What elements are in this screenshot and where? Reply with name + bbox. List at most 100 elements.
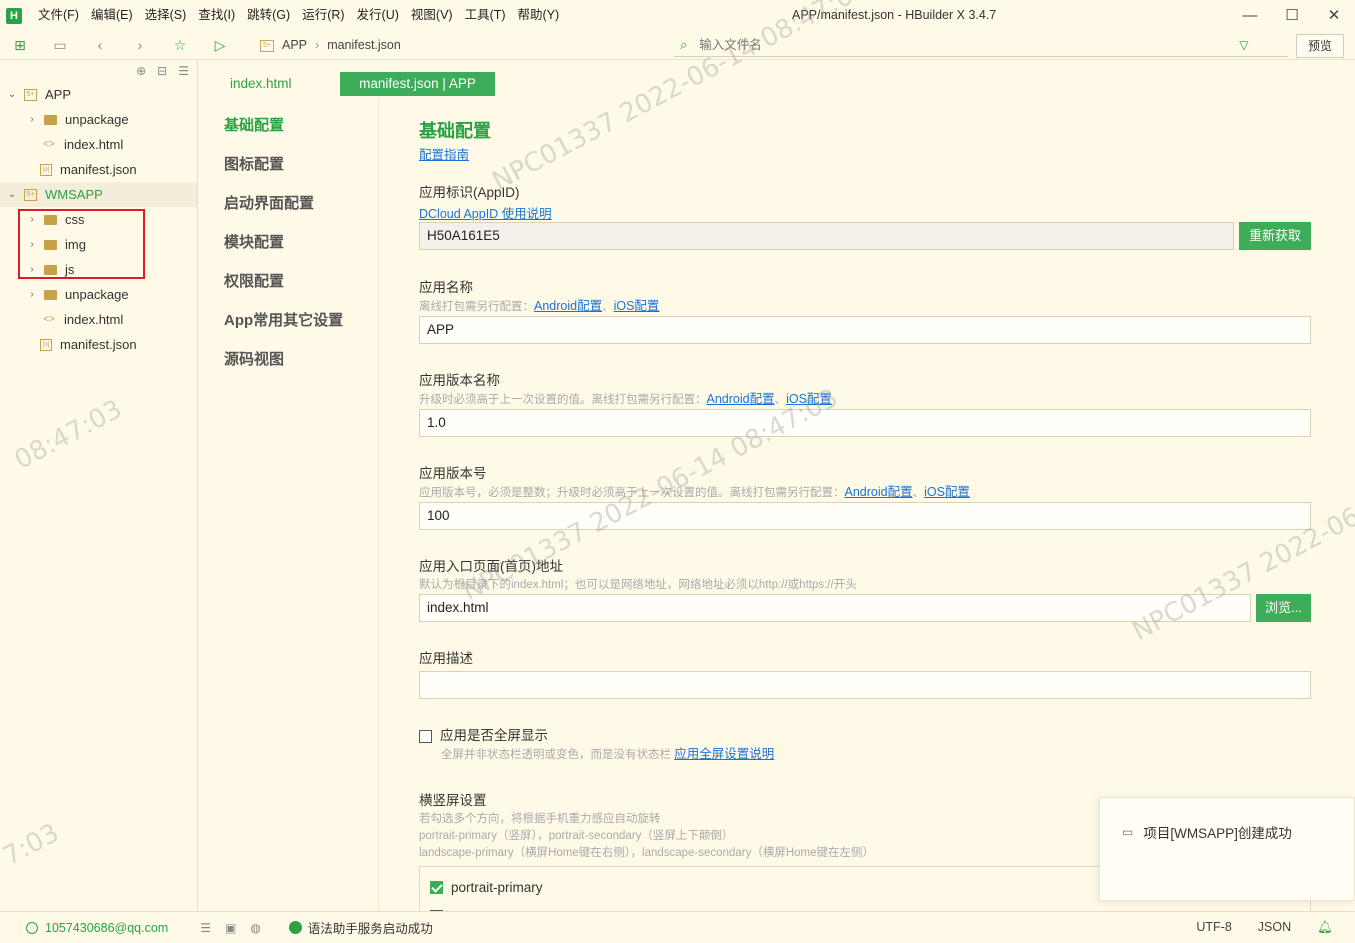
menu-publish[interactable]: 发行(U) xyxy=(351,0,405,31)
orientation-option[interactable]: portrait-secondary xyxy=(430,902,1300,911)
android-config-link[interactable]: Android配置 xyxy=(534,299,602,313)
globe-icon[interactable]: ◍ xyxy=(250,921,260,935)
tab-index-html[interactable]: index.html xyxy=(230,72,292,96)
file-search-input[interactable] xyxy=(699,37,1240,52)
menu-help[interactable]: 帮助(Y) xyxy=(512,0,566,31)
breadcrumb-item[interactable]: APP xyxy=(282,31,307,60)
nav-module-config[interactable]: 模块配置 xyxy=(199,215,378,254)
tree-item-project[interactable]: ⌄ 5+ WMSAPP xyxy=(0,182,197,207)
entry-page-field[interactable]: index.html xyxy=(419,594,1251,622)
nav-app-other-settings[interactable]: App常用其它设置 xyxy=(199,293,378,332)
tree-item-label: APP xyxy=(45,87,72,102)
menu-file[interactable]: 文件(F) xyxy=(32,0,85,31)
language-indicator[interactable]: JSON xyxy=(1258,912,1291,942)
tree-item-file[interactable]: <> index.html xyxy=(0,132,197,157)
filter-icon[interactable]: ▽ xyxy=(1239,38,1248,52)
ios-config-link[interactable]: iOS配置 xyxy=(786,392,832,406)
nav-source-view[interactable]: 源码视图 xyxy=(199,332,378,371)
ios-config-link[interactable]: iOS配置 xyxy=(614,299,660,313)
collapse-icon[interactable]: ⊟ xyxy=(157,64,167,78)
code-file-icon: <> xyxy=(43,314,55,325)
hint-separator: 、 xyxy=(774,394,787,406)
refetch-appid-button[interactable]: 重新获取 xyxy=(1239,222,1311,250)
project-icon: 5+ xyxy=(260,39,274,52)
tree-item-label: index.html xyxy=(64,137,124,152)
star-icon[interactable]: ☆ xyxy=(160,37,200,54)
tree-item-file[interactable]: <> index.html xyxy=(0,307,197,332)
menu-tools[interactable]: 工具(T) xyxy=(459,0,512,31)
android-config-link[interactable]: Android配置 xyxy=(845,485,913,499)
menu-edit[interactable]: 编辑(E) xyxy=(85,0,139,31)
tab-manifest-json[interactable]: manifest.json | APP xyxy=(340,72,495,96)
menu-goto[interactable]: 跳转(G) xyxy=(241,0,296,31)
user-icon xyxy=(26,921,38,934)
portrait-primary-checkbox[interactable] xyxy=(430,881,443,894)
hint-text: 应用版本号，必须是整数；升级时必须高于上一次设置的值。离线打包需另行配置： xyxy=(419,487,845,499)
save-icon[interactable]: ▭ xyxy=(40,37,80,54)
json-file-icon: [o] xyxy=(40,338,52,351)
hint-separator: 、 xyxy=(912,487,925,499)
chevron-right-icon[interactable]: › xyxy=(26,289,38,300)
browse-button[interactable]: 浏览... xyxy=(1256,594,1311,622)
editor-tabs: index.html manifest.json | APP xyxy=(199,60,1355,98)
app-name-field[interactable]: APP xyxy=(419,316,1311,344)
tree-item-label: unpackage xyxy=(65,112,129,127)
new-file-icon[interactable]: ⊞ xyxy=(0,37,40,54)
appid-help-link[interactable]: DCloud AppID 使用说明 xyxy=(419,207,552,221)
hbuilder-logo-icon: H xyxy=(6,7,22,24)
chevron-right-icon[interactable]: › xyxy=(26,114,38,125)
minimize-button[interactable]: — xyxy=(1229,0,1271,31)
fullscreen-checkbox[interactable] xyxy=(419,729,432,743)
nav-icon-config[interactable]: 图标配置 xyxy=(199,137,378,176)
status-text: 语法助手服务启动成功 xyxy=(307,922,433,936)
account[interactable]: 1057430686@qq.com xyxy=(26,921,168,935)
explorer-tools: ⊕ ⊟ ☰ xyxy=(0,60,197,82)
tree-item-file[interactable]: [o] manifest.json xyxy=(0,332,197,357)
bell-icon[interactable]: 🔔︎ xyxy=(1317,912,1333,942)
locate-icon[interactable]: ⊕ xyxy=(136,64,146,78)
menu-run[interactable]: 运行(R) xyxy=(296,0,350,31)
back-icon[interactable]: ‹ xyxy=(80,37,120,53)
title-bar: H 文件(F) 编辑(E) 选择(S) 查找(I) 跳转(G) 运行(R) 发行… xyxy=(0,0,1355,31)
appid-field[interactable]: H50A161E5 xyxy=(419,222,1234,250)
version-name-field[interactable]: 1.0 xyxy=(419,409,1311,437)
chevron-down-icon[interactable]: ⌄ xyxy=(6,89,18,100)
version-name-label: 应用版本名称 xyxy=(419,373,500,388)
app-name-hint: 离线打包需另行配置：Android配置、iOS配置 xyxy=(419,298,1311,316)
version-name-hint: 升级时必须高于上一次设置的值。离线打包需另行配置：Android配置、iOS配置 xyxy=(419,391,1311,409)
version-code-label: 应用版本号 xyxy=(419,466,487,481)
nav-basic-config[interactable]: 基础配置 xyxy=(199,98,378,137)
tree-item-project[interactable]: ⌄ 5+ APP xyxy=(0,82,197,107)
run-icon[interactable]: ▷ xyxy=(200,37,240,54)
notification-toast[interactable]: ▭ 项目[WMSAPP]创建成功 xyxy=(1099,797,1355,901)
tree-item-folder[interactable]: › unpackage xyxy=(0,282,197,307)
app-desc-field[interactable] xyxy=(419,671,1311,699)
forward-icon[interactable]: › xyxy=(120,37,160,53)
menu-find[interactable]: 查找(I) xyxy=(192,0,241,31)
version-code-field[interactable]: 100 xyxy=(419,502,1311,530)
preview-button[interactable]: 预览 xyxy=(1296,34,1344,58)
menu-select[interactable]: 选择(S) xyxy=(139,0,193,31)
menu-view[interactable]: 视图(V) xyxy=(405,0,459,31)
tree-item-folder[interactable]: › unpackage xyxy=(0,107,197,132)
config-guide-link[interactable]: 配置指南 xyxy=(419,148,469,162)
terminal-icon[interactable]: ▣ xyxy=(225,921,236,935)
tree-item-file[interactable]: [o] manifest.json xyxy=(0,157,197,182)
menu-icon[interactable]: ☰ xyxy=(178,64,189,78)
fullscreen-help-link[interactable]: 应用全屏设置说明 xyxy=(674,747,774,761)
breadcrumb-item[interactable]: manifest.json xyxy=(327,31,401,60)
project-explorer: ⊕ ⊟ ☰ ⌄ 5+ APP › unpackage <> index.html… xyxy=(0,60,198,911)
fullscreen-option[interactable]: 应用是否全屏显示 xyxy=(419,726,1311,746)
android-config-link[interactable]: Android配置 xyxy=(707,392,775,406)
encoding-indicator[interactable]: UTF-8 xyxy=(1196,912,1231,942)
ios-config-link[interactable]: iOS配置 xyxy=(924,485,970,499)
chevron-down-icon[interactable]: ⌄ xyxy=(6,189,18,200)
nav-permission-config[interactable]: 权限配置 xyxy=(199,254,378,293)
folder-icon xyxy=(44,114,57,125)
maximize-button[interactable]: ☐ xyxy=(1271,0,1313,31)
option-label: portrait-primary xyxy=(451,880,543,895)
nav-splash-config[interactable]: 启动界面配置 xyxy=(199,176,378,215)
close-button[interactable]: ✕ xyxy=(1313,0,1355,31)
status-right: UTF-8 JSON 🔔︎ xyxy=(1170,912,1333,942)
list-icon[interactable]: ☰ xyxy=(200,921,211,935)
